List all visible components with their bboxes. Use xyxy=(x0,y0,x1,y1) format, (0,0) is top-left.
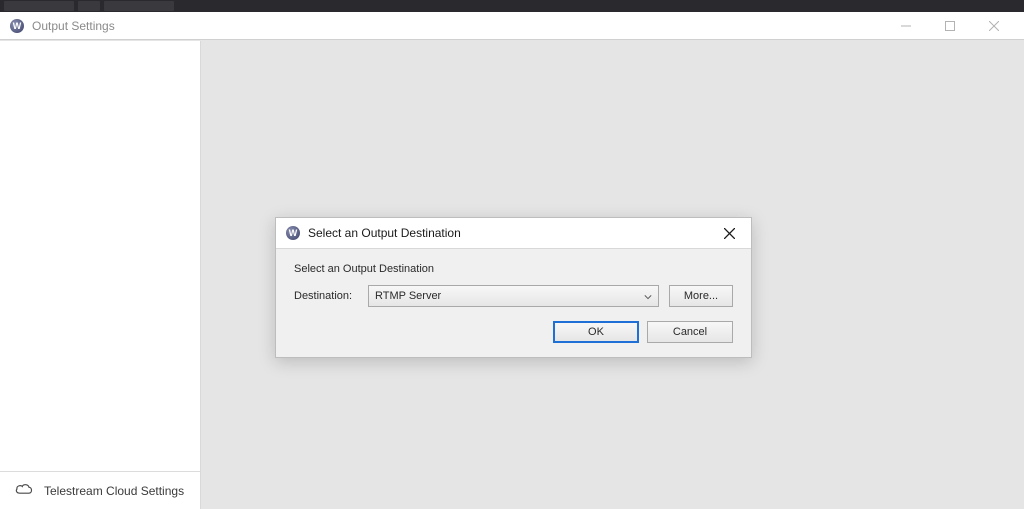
output-destination-dialog: Select an Output Destination Select an O… xyxy=(275,217,752,358)
window-title: Output Settings xyxy=(32,19,115,33)
cancel-button[interactable]: Cancel xyxy=(647,321,733,343)
cloud-icon xyxy=(14,482,34,499)
sidebar: Telestream Cloud Settings xyxy=(0,41,201,509)
window-controls xyxy=(884,14,1016,38)
wirecast-icon xyxy=(286,226,300,240)
top-tab-stub xyxy=(78,1,100,11)
maximize-button[interactable] xyxy=(928,14,972,38)
ok-button-label: OK xyxy=(588,326,604,338)
app-top-strip xyxy=(0,0,1024,12)
destination-label: Destination: xyxy=(294,290,358,302)
dialog-title: Select an Output Destination xyxy=(308,226,461,240)
window-titlebar: Output Settings xyxy=(0,12,1024,40)
sidebar-footer-label: Telestream Cloud Settings xyxy=(44,484,184,498)
dialog-body: Select an Output Destination Destination… xyxy=(276,248,751,357)
dialog-close-button[interactable] xyxy=(717,221,741,245)
content-pane: Select an Output Destination Select an O… xyxy=(201,41,1024,509)
sidebar-empty-area xyxy=(0,41,200,471)
cancel-button-label: Cancel xyxy=(673,326,707,338)
top-tab-stub xyxy=(104,1,174,11)
dialog-titlebar: Select an Output Destination xyxy=(276,218,751,248)
top-tab-stub xyxy=(4,1,74,11)
wirecast-icon xyxy=(10,19,24,33)
dialog-actions: OK Cancel xyxy=(294,321,733,343)
destination-select-value: RTMP Server xyxy=(375,290,441,302)
more-button-label: More... xyxy=(684,290,718,302)
close-button[interactable] xyxy=(972,14,1016,38)
more-button[interactable]: More... xyxy=(669,285,733,307)
destination-row: Destination: RTMP Server More... xyxy=(294,285,733,307)
ok-button[interactable]: OK xyxy=(553,321,639,343)
destination-select[interactable]: RTMP Server xyxy=(368,285,659,307)
chevron-down-icon xyxy=(644,292,652,300)
main-area: Telestream Cloud Settings Select an Outp… xyxy=(0,40,1024,509)
dialog-heading: Select an Output Destination xyxy=(294,263,733,275)
minimize-button[interactable] xyxy=(884,14,928,38)
telestream-cloud-settings-button[interactable]: Telestream Cloud Settings xyxy=(0,471,200,509)
